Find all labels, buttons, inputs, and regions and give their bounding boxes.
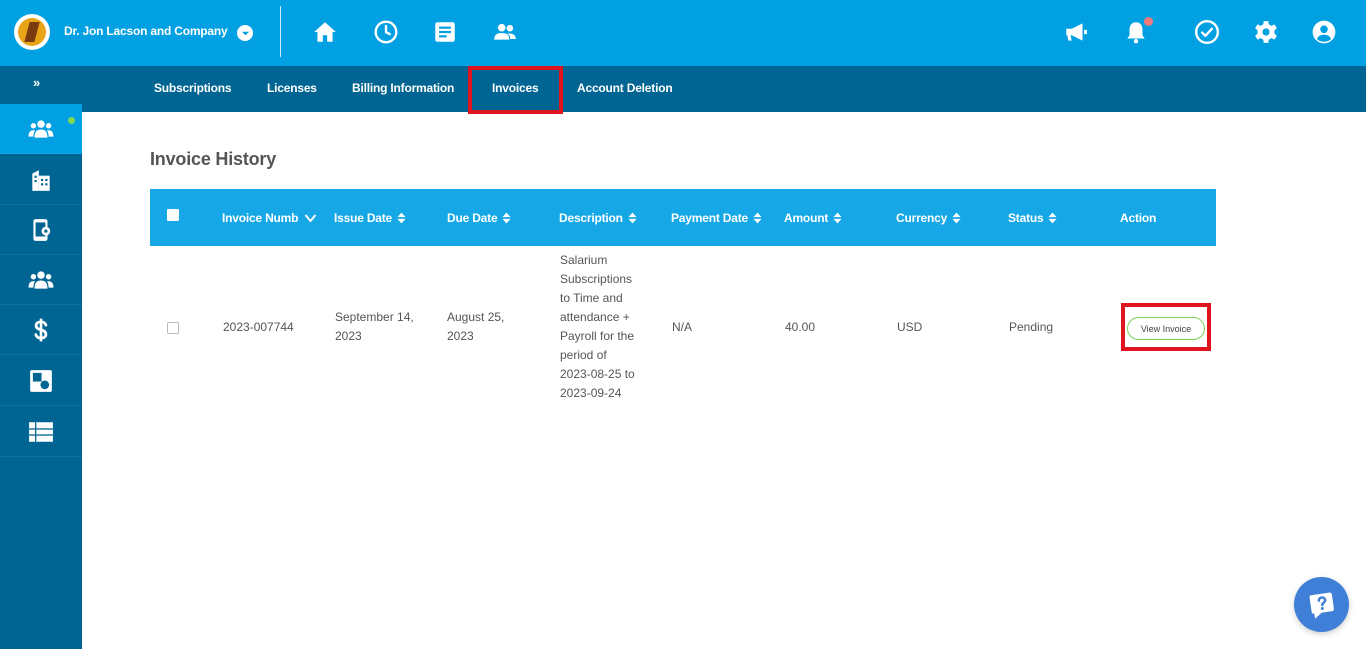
description-line: Payroll for the (560, 329, 635, 343)
help-chat-button[interactable] (1294, 577, 1349, 632)
header-divider (280, 6, 281, 57)
sidebar-item-employees[interactable] (0, 104, 82, 154)
invoices-tab-highlight (468, 66, 563, 114)
column-label: Due Date (447, 211, 498, 225)
column-label: Issue Date (334, 211, 393, 225)
column-description[interactable]: Description (559, 211, 637, 225)
description-line: to Time and (560, 291, 623, 305)
column-currency[interactable]: Currency (896, 211, 961, 225)
column-status[interactable]: Status (1008, 211, 1058, 225)
column-amount[interactable]: Amount (784, 211, 842, 225)
logo-mark (18, 18, 46, 46)
dollar-icon (34, 318, 48, 341)
column-label: Amount (784, 211, 829, 225)
sidebar-item-reports[interactable] (0, 356, 82, 406)
cell-due-date: August 25, 2023 (447, 310, 505, 343)
check-circle-icon[interactable] (1193, 18, 1221, 46)
description-line: attendance + (560, 310, 630, 324)
building-icon (32, 169, 50, 191)
tab-subscriptions[interactable]: Subscriptions (154, 81, 232, 95)
column-label: Invoice Numb (222, 211, 299, 225)
cell-amount: 40.00 (785, 320, 816, 334)
team-icon (28, 270, 54, 289)
sidebar-item-company[interactable] (0, 155, 82, 205)
cell-issue-date: September 14, 2023 (335, 310, 414, 343)
cell-payment-date: N/A (672, 320, 693, 334)
sidebar-item-list[interactable] (0, 407, 82, 457)
sort-icon (833, 212, 842, 224)
mobile-settings-icon (33, 218, 51, 241)
column-label: Status (1008, 211, 1044, 225)
sort-icon (753, 212, 762, 224)
sort-icon (628, 212, 637, 224)
sidebar-item-payroll[interactable] (0, 305, 82, 355)
list-icon (29, 421, 53, 442)
description-line: Salarium (560, 253, 608, 267)
column-action: Action (1120, 211, 1156, 225)
column-label: Action (1120, 211, 1157, 225)
description-line: 2023-08-25 to (560, 367, 635, 381)
tab-billing-information[interactable]: Billing Information (352, 81, 454, 95)
description-line: 2023-09-24 (560, 386, 622, 400)
column-due-date[interactable]: Due Date (447, 211, 511, 225)
notification-dot (1144, 17, 1153, 26)
row-checkbox[interactable] (167, 322, 179, 334)
cell-description: Salarium Subscriptions to Time and atten… (560, 251, 650, 403)
description-line: Subscriptions (560, 272, 633, 286)
sort-desc-icon (304, 213, 317, 223)
megaphone-icon[interactable] (1062, 18, 1090, 46)
employees-icon (28, 119, 54, 138)
select-all-checkbox[interactable] (167, 209, 179, 221)
description-line: period of (560, 348, 607, 362)
status-dot (68, 117, 75, 124)
column-payment-date[interactable]: Payment Date (671, 211, 762, 225)
help-icon (1309, 592, 1334, 619)
sidebar-expand-button[interactable]: » (33, 75, 40, 90)
tab-account-deletion[interactable]: Account Deletion (577, 81, 673, 95)
column-label: Payment Date (671, 211, 748, 225)
sidebar-item-team[interactable] (0, 255, 82, 305)
clock-icon[interactable] (372, 18, 400, 46)
gear-icon[interactable] (1252, 18, 1280, 46)
sidebar-item-devices[interactable] (0, 205, 82, 255)
page-title: Invoice History (150, 149, 277, 169)
company-logo[interactable] (14, 14, 50, 50)
sort-icon (952, 212, 961, 224)
sort-icon (502, 212, 511, 224)
cell-invoice-number: 2023-007744 (223, 320, 294, 334)
shapes-icon (30, 369, 52, 392)
view-invoice-highlight (1121, 303, 1211, 351)
document-icon[interactable] (431, 18, 459, 46)
tab-licenses[interactable]: Licenses (267, 81, 317, 95)
people-icon[interactable] (491, 18, 519, 46)
company-name[interactable]: Dr. Jon Lacson and Company (64, 24, 228, 38)
cell-status: Pending (1009, 320, 1054, 334)
column-label: Currency (896, 211, 948, 225)
company-dropdown-icon[interactable] (237, 25, 253, 41)
column-issue-date[interactable]: Issue Date (334, 211, 406, 225)
home-icon[interactable] (311, 18, 339, 46)
column-invoice-number[interactable]: Invoice Numb (222, 211, 317, 225)
column-label: Description (559, 211, 623, 225)
cell-currency: USD (897, 320, 923, 334)
sort-icon (1048, 212, 1058, 224)
sort-icon (397, 212, 406, 224)
user-icon[interactable] (1310, 18, 1338, 46)
